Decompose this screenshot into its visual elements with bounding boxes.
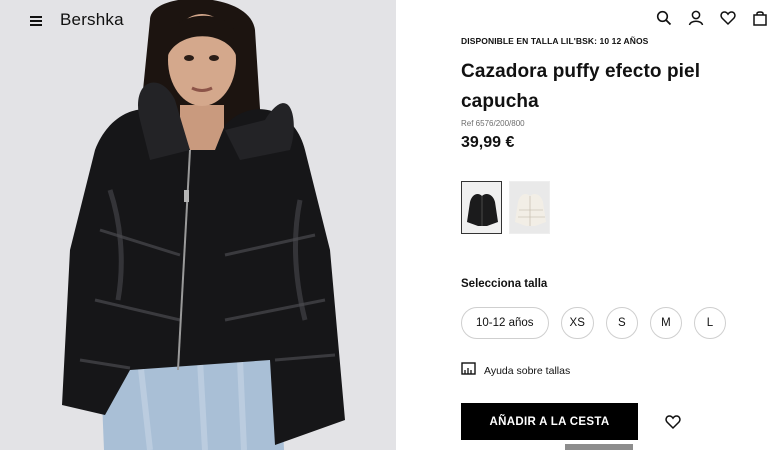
product-title: Cazadora puffy efecto piel capucha [461, 61, 701, 112]
brand-logo[interactable]: Bershka [60, 10, 124, 30]
color-swatch-black[interactable] [461, 181, 502, 234]
size-label: Selecciona talla [461, 278, 548, 290]
product-photo-illustration [0, 0, 396, 450]
bag-icon[interactable] [752, 10, 768, 26]
product-price: 39,99 € [461, 134, 515, 151]
size-option-s[interactable]: S [605, 307, 638, 339]
size-option-10-12[interactable]: 10-12 años [461, 307, 549, 339]
heart-icon[interactable] [720, 10, 736, 26]
product-ref: Ref 6576/200/800 [461, 119, 525, 128]
size-option-xs[interactable]: XS [560, 307, 594, 339]
product-photo[interactable]: Bershka [0, 0, 396, 450]
ruler-icon [461, 362, 476, 380]
availability-note: DISPONIBLE EN TALLA LIL'BSK: 10 12 AÑOS [461, 36, 649, 46]
topbar-left: Bershka [30, 8, 124, 32]
user-icon[interactable] [688, 10, 704, 26]
topbar-right [656, 10, 768, 26]
color-swatches [461, 181, 550, 234]
button-shadow-strip [461, 444, 638, 450]
wishlist-heart-icon[interactable] [665, 414, 681, 430]
size-option-m[interactable]: M [649, 307, 682, 339]
size-guide-label: Ayuda sobre tallas [484, 365, 571, 377]
search-icon[interactable] [656, 10, 672, 26]
size-guide-link[interactable]: Ayuda sobre tallas [461, 362, 570, 380]
size-selector: 10-12 años XS S M L [461, 307, 726, 339]
color-swatch-cream[interactable] [509, 181, 550, 234]
add-to-cart-button[interactable]: AÑADIR A LA CESTA [461, 403, 638, 440]
size-option-l[interactable]: L [693, 307, 726, 339]
menu-icon[interactable] [30, 14, 46, 26]
